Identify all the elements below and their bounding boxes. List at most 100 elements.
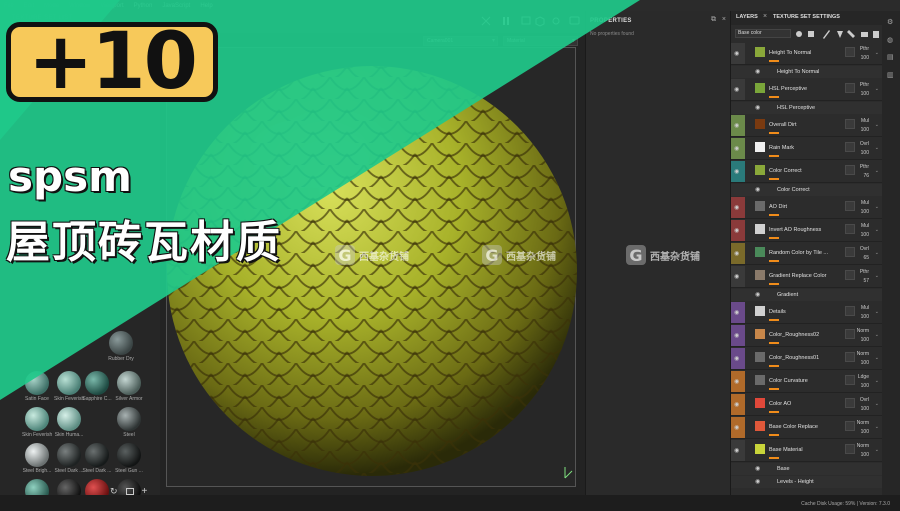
material-item[interactable]: Steel Dark ...: [82, 443, 112, 474]
layer-effect-row[interactable]: ◉ Gradient: [731, 289, 883, 301]
layer-folder-row[interactable]: ◉ Details Mul 100 ⌄: [731, 302, 883, 324]
menu-file[interactable]: File: [4, 3, 14, 9]
layer-opacity[interactable]: 100: [861, 209, 869, 215]
layer-mask-thumbnail[interactable]: [845, 352, 855, 362]
visibility-eye-icon[interactable]: ◉: [755, 478, 760, 485]
tab-layers[interactable]: LAYERS: [736, 14, 758, 20]
layer-row[interactable]: ◉ Gradient Replace Color Pthr 57 ⌄: [731, 266, 883, 288]
layer-opacity[interactable]: 76: [863, 173, 869, 179]
settings-icon[interactable]: ⚙: [887, 18, 893, 26]
blend-mode[interactable]: Norm: [857, 443, 869, 449]
layer-mask-thumbnail[interactable]: [845, 165, 855, 175]
visibility-eye-icon[interactable]: ◉: [734, 273, 739, 280]
menu-edit[interactable]: Edit: [24, 3, 34, 9]
channel-dropdown[interactable]: Base color: [735, 29, 791, 38]
layer-row[interactable]: ◉ HSL Perceptive Pthr 100 ⌄: [731, 79, 883, 101]
blend-mode[interactable]: Mul: [861, 200, 869, 206]
popout-icon[interactable]: ⧉: [711, 16, 716, 24]
chevron-down-icon[interactable]: ⌄: [875, 168, 879, 174]
chevron-down-icon[interactable]: ⌄: [875, 145, 879, 151]
material-item[interactable]: Steel: [114, 407, 144, 438]
tab-texture-set-settings[interactable]: TEXTURE SET SETTINGS: [773, 14, 840, 20]
layer-row[interactable]: ◉ Base Material Norm 100 ⌄: [731, 440, 883, 462]
visibility-eye-icon[interactable]: ◉: [734, 122, 739, 129]
history-icon[interactable]: ▥: [887, 71, 894, 79]
blend-mode[interactable]: Mul: [861, 223, 869, 229]
layer-row[interactable]: ◉ Color Curvature Ldge 100 ⌄: [731, 371, 883, 393]
layer-mask-thumbnail[interactable]: [845, 83, 855, 93]
layer-opacity[interactable]: 100: [861, 383, 869, 389]
material-item[interactable]: Steel Dark ...: [54, 443, 84, 474]
layer-effect-row[interactable]: ◉ Levels - Height: [731, 476, 883, 488]
layer-opacity[interactable]: 100: [861, 452, 869, 458]
visibility-eye-icon[interactable]: ◉: [734, 227, 739, 234]
layer-mask-thumbnail[interactable]: [845, 224, 855, 234]
layer-mask-thumbnail[interactable]: [845, 375, 855, 385]
layer-row[interactable]: ◉ Rain Mark Ovrl 100 ⌄: [731, 138, 883, 160]
material-item[interactable]: Sapphire C...: [82, 371, 112, 402]
visibility-eye-icon[interactable]: ◉: [734, 424, 739, 431]
visibility-eye-icon[interactable]: ◉: [734, 250, 739, 257]
visibility-eye-icon[interactable]: ◉: [734, 145, 739, 152]
material-item[interactable]: Rubber Dry: [106, 331, 136, 362]
menu-window[interactable]: Window: [69, 3, 90, 9]
blend-mode[interactable]: Pthr: [860, 269, 869, 275]
material-item[interactable]: Steel Gun ...: [114, 443, 144, 474]
layer-opacity[interactable]: 100: [861, 91, 869, 97]
layer-effect-row[interactable]: ◉ Base: [731, 463, 883, 475]
chevron-down-icon[interactable]: ⌄: [875, 86, 879, 92]
layer-mask-thumbnail[interactable]: [845, 247, 855, 257]
visibility-eye-icon[interactable]: ◉: [734, 401, 739, 408]
visibility-eye-icon[interactable]: ◉: [734, 204, 739, 211]
chevron-down-icon[interactable]: ⌄: [875, 378, 879, 384]
layers-icon[interactable]: ▤: [887, 53, 894, 61]
layer-opacity[interactable]: 100: [861, 127, 869, 133]
blend-mode[interactable]: Mul: [861, 118, 869, 124]
layer-opacity[interactable]: 57: [863, 278, 869, 284]
chevron-down-icon[interactable]: ⌄: [875, 227, 879, 233]
visibility-eye-icon[interactable]: ◉: [755, 465, 760, 472]
menu-python[interactable]: Python: [134, 3, 153, 9]
visibility-eye-icon[interactable]: ◉: [755, 186, 760, 193]
layer-row[interactable]: ◉ Color Correct Pthr 76 ⌄: [731, 161, 883, 183]
layer-mask-thumbnail[interactable]: [845, 306, 855, 316]
blend-mode[interactable]: Mul: [861, 305, 869, 311]
layer-effect-row[interactable]: ◉ Color Correct: [731, 184, 883, 196]
chevron-down-icon[interactable]: ⌄: [875, 401, 879, 407]
layer-row[interactable]: ◉ Color AO Ovrl 100 ⌄: [731, 394, 883, 416]
material-item[interactable]: Skin Feverish: [22, 407, 52, 438]
layer-opacity[interactable]: 100: [861, 314, 869, 320]
layer-row[interactable]: ◉ Invert AO Roughness Mul 100 ⌄: [731, 220, 883, 242]
layer-row[interactable]: ◉ Base Color Replace Norm 100 ⌄: [731, 417, 883, 439]
layer-effect-row[interactable]: ◉ Height To Normal: [731, 66, 883, 78]
blend-mode[interactable]: Ldge: [858, 374, 869, 380]
layer-mask-thumbnail[interactable]: [845, 329, 855, 339]
chevron-down-icon[interactable]: ⌄: [875, 250, 879, 256]
visibility-eye-icon[interactable]: ◉: [734, 378, 739, 385]
layer-mask-thumbnail[interactable]: [845, 201, 855, 211]
material-item[interactable]: Silver Armor: [114, 371, 144, 402]
chevron-down-icon[interactable]: ⌄: [875, 424, 879, 430]
close-icon[interactable]: ×: [763, 13, 767, 20]
blend-mode[interactable]: Pthr: [860, 46, 869, 52]
layer-row[interactable]: ◉ Color_Roughness01 Norm 100 ⌄: [731, 348, 883, 370]
close-icon[interactable]: ×: [722, 16, 726, 23]
menu-help[interactable]: Help: [200, 3, 212, 9]
chevron-down-icon[interactable]: ⌄: [875, 447, 879, 453]
layer-opacity[interactable]: 100: [861, 55, 869, 61]
menu-mode[interactable]: Mode: [44, 3, 59, 9]
menu-javascript[interactable]: JavaScript: [162, 3, 190, 9]
layer-mask-thumbnail[interactable]: [845, 444, 855, 454]
layer-mask-thumbnail[interactable]: [845, 398, 855, 408]
blend-mode[interactable]: Norm: [857, 351, 869, 357]
layer-row[interactable]: ◉ AO Dirt Mul 100 ⌄: [731, 197, 883, 219]
folder-icon[interactable]: [125, 488, 134, 495]
chevron-down-icon[interactable]: ⌄: [875, 204, 879, 210]
menu-viewport[interactable]: Viewport: [100, 3, 123, 9]
blend-mode[interactable]: Ovrl: [860, 246, 869, 252]
layer-row[interactable]: ◉ Random Color by Tile ... Ovrl 65 ⌄: [731, 243, 883, 265]
visibility-eye-icon[interactable]: ◉: [734, 168, 739, 175]
globe-icon[interactable]: ◍: [887, 36, 893, 44]
chevron-down-icon[interactable]: ⌄: [875, 273, 879, 279]
layer-opacity[interactable]: 100: [861, 406, 869, 412]
